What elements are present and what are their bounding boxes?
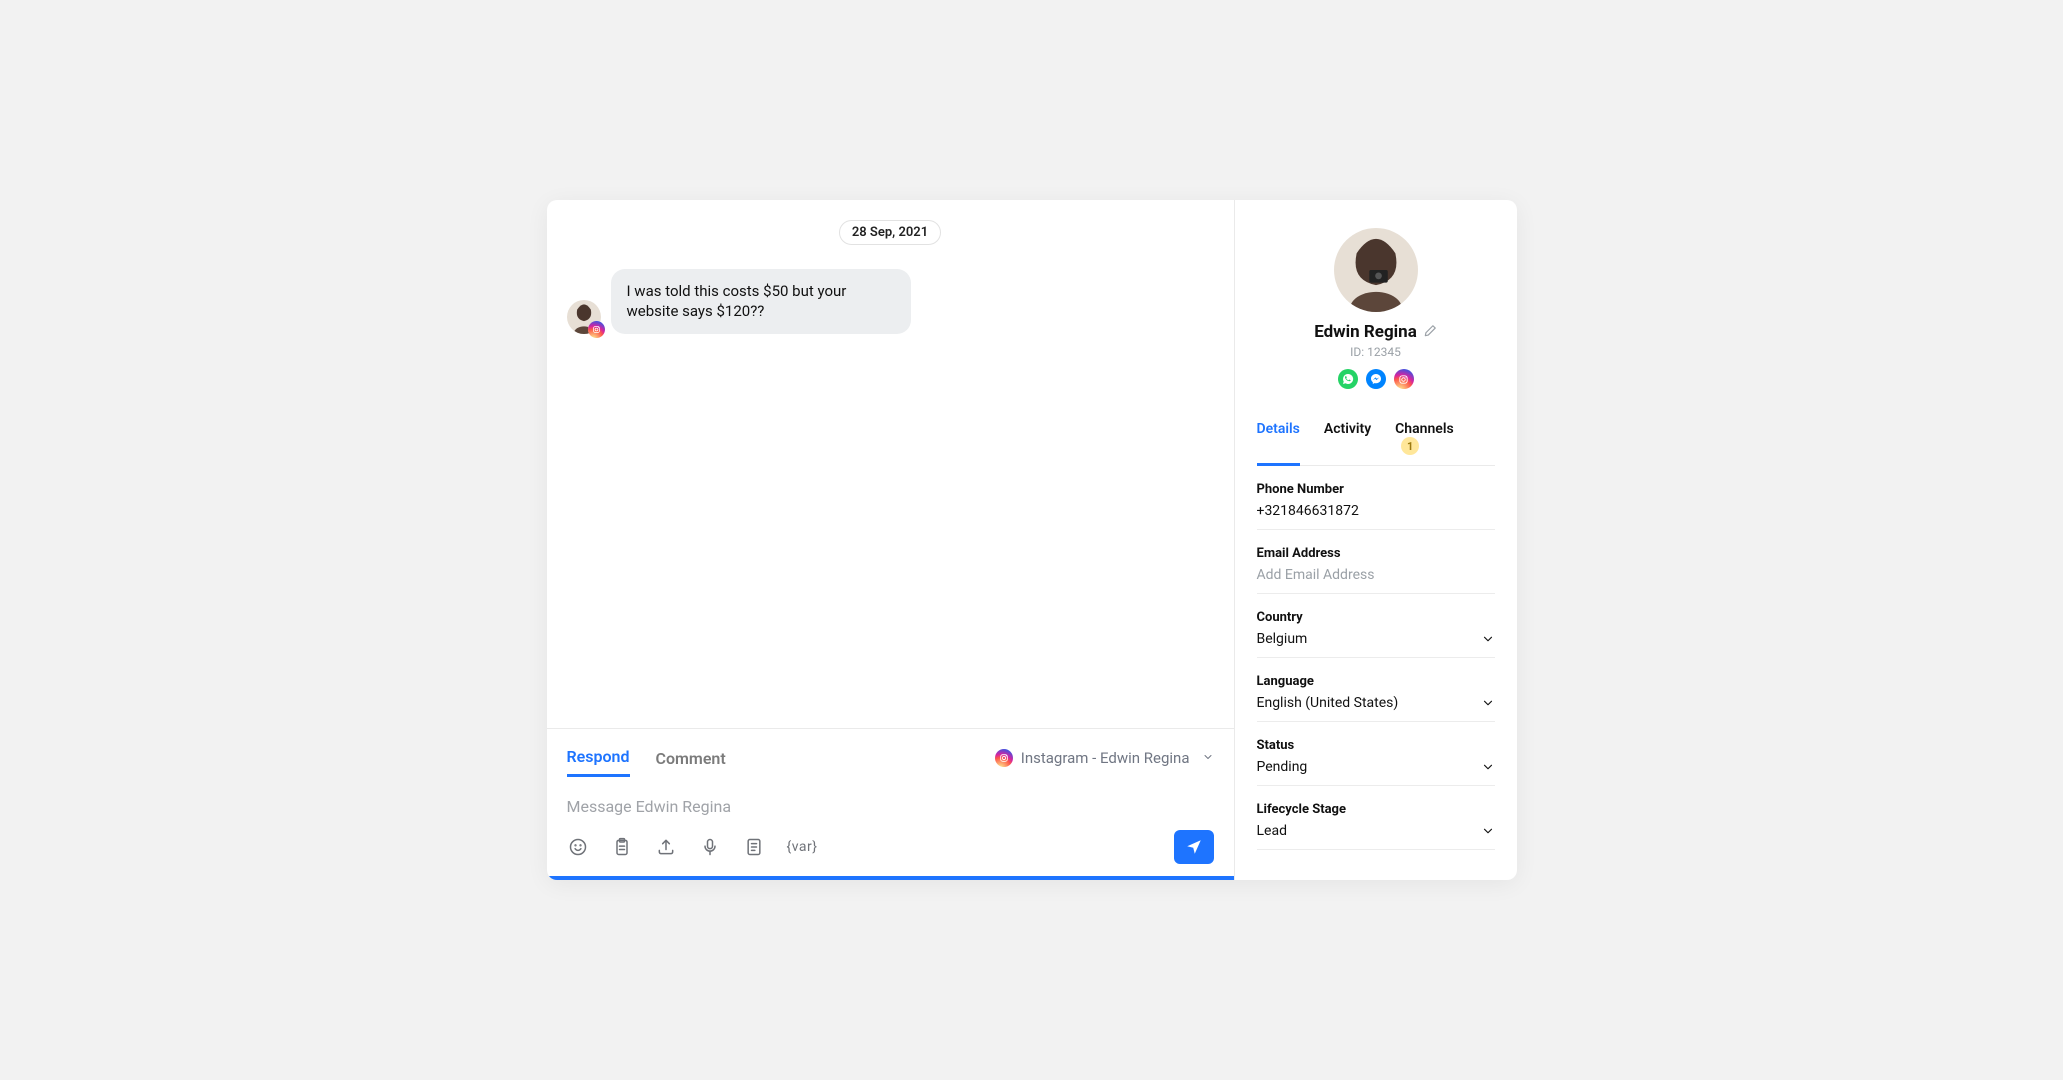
field-lifecycle: Lifecycle Stage Lead <box>1257 786 1495 850</box>
language-value: English (United States) <box>1257 695 1399 711</box>
field-phone: Phone Number +321846631872 <box>1257 466 1495 530</box>
email-label: Email Address <box>1257 546 1495 561</box>
tool-group: {var} <box>567 836 818 858</box>
variable-button[interactable]: {var} <box>787 839 818 855</box>
chevron-down-icon <box>1481 760 1495 774</box>
status-value: Pending <box>1257 759 1308 775</box>
date-chip: 28 Sep, 2021 <box>839 220 941 245</box>
emoji-icon[interactable] <box>567 836 589 858</box>
tab-comment[interactable]: Comment <box>656 749 726 776</box>
field-language: Language English (United States) <box>1257 658 1495 722</box>
message-thread: 28 Sep, 2021 <box>547 200 1234 728</box>
profile-name-row: Edwin Regina <box>1257 322 1495 342</box>
contact-sidebar: Edwin Regina ID: 12345 <box>1235 200 1517 880</box>
profile-header: Edwin Regina ID: 12345 <box>1257 228 1495 389</box>
field-country: Country Belgium <box>1257 594 1495 658</box>
whatsapp-icon[interactable] <box>1338 369 1358 389</box>
language-select[interactable]: English (United States) <box>1257 695 1495 711</box>
snippet-icon[interactable] <box>743 836 765 858</box>
chevron-down-icon <box>1481 824 1495 838</box>
chevron-down-icon <box>1481 696 1495 710</box>
message-row: I was told this costs $50 but your websi… <box>567 269 1214 334</box>
tab-channels[interactable]: Channels 1 <box>1395 411 1470 465</box>
field-status: Status Pending <box>1257 722 1495 786</box>
upload-icon[interactable] <box>655 836 677 858</box>
status-label: Status <box>1257 738 1495 753</box>
instagram-icon <box>588 321 605 338</box>
lifecycle-value: Lead <box>1257 823 1287 839</box>
microphone-icon[interactable] <box>699 836 721 858</box>
message-bubble: I was told this costs $50 but your websi… <box>611 269 911 334</box>
lifecycle-label: Lifecycle Stage <box>1257 802 1495 817</box>
profile-avatar <box>1334 228 1418 312</box>
date-row: 28 Sep, 2021 <box>567 220 1214 245</box>
channels-badge: 1 <box>1401 437 1419 455</box>
tab-respond[interactable]: Respond <box>567 747 630 777</box>
email-placeholder[interactable]: Add Email Address <box>1257 567 1495 583</box>
messenger-icon[interactable] <box>1366 369 1386 389</box>
instagram-icon <box>995 749 1013 767</box>
message-input[interactable]: Message Edwin Regina <box>567 791 1214 830</box>
channel-picker-label: Instagram - Edwin Regina <box>1021 749 1190 767</box>
conversation-pane: 28 Sep, 2021 <box>547 200 1235 880</box>
edit-icon[interactable] <box>1423 323 1437 342</box>
chevron-down-icon <box>1481 632 1495 646</box>
phone-value[interactable]: +321846631872 <box>1257 503 1495 519</box>
country-value: Belgium <box>1257 631 1308 647</box>
country-select[interactable]: Belgium <box>1257 631 1495 647</box>
app-window: 28 Sep, 2021 <box>547 200 1517 880</box>
bottom-accent-bar <box>547 876 1234 880</box>
profile-id: ID: 12345 <box>1257 345 1495 359</box>
channel-picker[interactable]: Instagram - Edwin Regina <box>995 749 1214 767</box>
language-label: Language <box>1257 674 1495 689</box>
chevron-down-icon <box>1202 749 1214 767</box>
tab-channels-label: Channels <box>1395 421 1454 437</box>
profile-name: Edwin Regina <box>1314 322 1417 342</box>
instagram-icon[interactable] <box>1394 369 1414 389</box>
composer-toolbar: {var} <box>567 830 1214 876</box>
phone-label: Phone Number <box>1257 482 1495 497</box>
message-avatar <box>567 300 601 334</box>
field-email: Email Address Add Email Address <box>1257 530 1495 594</box>
channel-icons <box>1257 369 1495 389</box>
lifecycle-select[interactable]: Lead <box>1257 823 1495 839</box>
sidebar-tabs: Details Activity Channels 1 <box>1257 411 1495 466</box>
tab-details[interactable]: Details <box>1257 411 1300 465</box>
composer: Respond Comment Instagram - Edwin Regina… <box>547 728 1234 876</box>
status-select[interactable]: Pending <box>1257 759 1495 775</box>
send-button[interactable] <box>1174 830 1214 864</box>
country-label: Country <box>1257 610 1495 625</box>
tab-activity[interactable]: Activity <box>1324 411 1371 465</box>
clipboard-icon[interactable] <box>611 836 633 858</box>
